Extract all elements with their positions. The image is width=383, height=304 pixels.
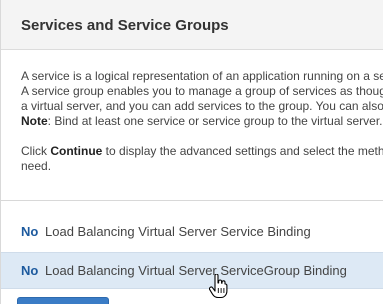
servicegroup-binding-row[interactable]: No Load Balancing Virtual Server Service…	[1, 252, 383, 289]
click-prefix: Click	[21, 144, 51, 158]
service-binding-row[interactable]: No Load Balancing Virtual Server Service…	[1, 214, 383, 250]
continue-word: Continue	[50, 144, 103, 158]
description-line: need.	[21, 159, 52, 173]
note-label: Note	[21, 114, 48, 128]
description-line: A service group enables you to manage a …	[21, 84, 383, 98]
click-suffix: to display the advanced settings and sel…	[102, 144, 383, 158]
divider	[1, 200, 383, 201]
binding-count[interactable]: No	[21, 224, 38, 239]
binding-label: Load Balancing Virtual Server Service Bi…	[45, 224, 311, 239]
description-line: a virtual server, and you can add servic…	[21, 99, 383, 113]
section-header: Services and Service Groups	[1, 0, 383, 50]
hand-pointer-icon	[209, 274, 228, 299]
section-title: Services and Service Groups	[21, 17, 229, 34]
binding-count[interactable]: No	[21, 263, 38, 278]
description-line: A service is a logical representation of…	[21, 69, 383, 83]
note-text: : Bind at least one service or service g…	[47, 114, 383, 128]
services-panel: Services and Service Groups A service is…	[0, 0, 383, 304]
binding-label: Load Balancing Virtual Server ServiceGro…	[45, 263, 347, 278]
continue-button[interactable]	[17, 297, 109, 304]
section-description: A service is a logical representation of…	[21, 69, 383, 174]
click-instruction: Click Continue to display the advanced s…	[21, 144, 383, 159]
note-line: Note: Bind at least one service or servi…	[21, 114, 383, 129]
